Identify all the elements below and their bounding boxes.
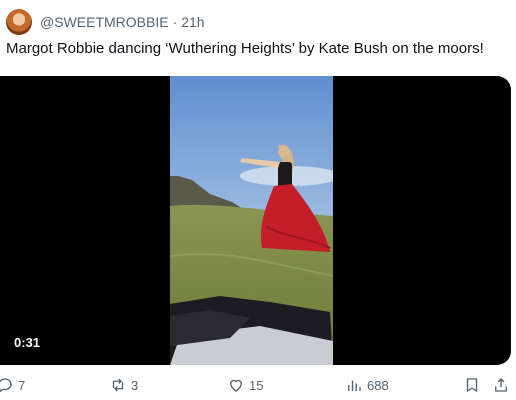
handle-line: @SWEETMROBBIE · 21h xyxy=(40,14,205,30)
user-handle[interactable]: @SWEETMROBBIE xyxy=(40,14,169,30)
views-icon xyxy=(348,380,361,391)
retweet-button[interactable]: 3 xyxy=(109,376,138,394)
share-button[interactable] xyxy=(492,376,510,394)
bookmark-button[interactable] xyxy=(463,376,481,394)
like-button[interactable]: 15 xyxy=(227,376,263,394)
video-player[interactable]: 0:31 xyxy=(0,76,511,365)
views-button[interactable]: 688 xyxy=(345,376,389,394)
video-duration-badge: 0:31 xyxy=(6,332,49,353)
reply-button[interactable]: 7 xyxy=(0,376,25,394)
share-icon xyxy=(495,378,507,392)
reply-icon xyxy=(0,378,12,393)
like-icon xyxy=(230,379,242,392)
tweet-time[interactable]: 21h xyxy=(181,14,204,30)
separator-dot: · xyxy=(172,14,178,30)
avatar[interactable] xyxy=(6,9,32,35)
video-frame[interactable] xyxy=(170,76,333,365)
bookmark-icon xyxy=(466,378,478,393)
tweet-text: Margot Robbie dancing ‘Wuthering Heights… xyxy=(6,40,484,57)
views-count: 688 xyxy=(367,377,389,393)
retweet-icon xyxy=(112,378,124,392)
video-thumbnail xyxy=(170,76,333,365)
reply-count: 7 xyxy=(18,377,26,393)
action-bar: 7 3 15 688 xyxy=(0,376,516,400)
retweet-count: 3 xyxy=(131,377,139,393)
like-count: 15 xyxy=(249,377,264,393)
tweet-header: @SWEETMROBBIE · 21h xyxy=(6,9,205,35)
